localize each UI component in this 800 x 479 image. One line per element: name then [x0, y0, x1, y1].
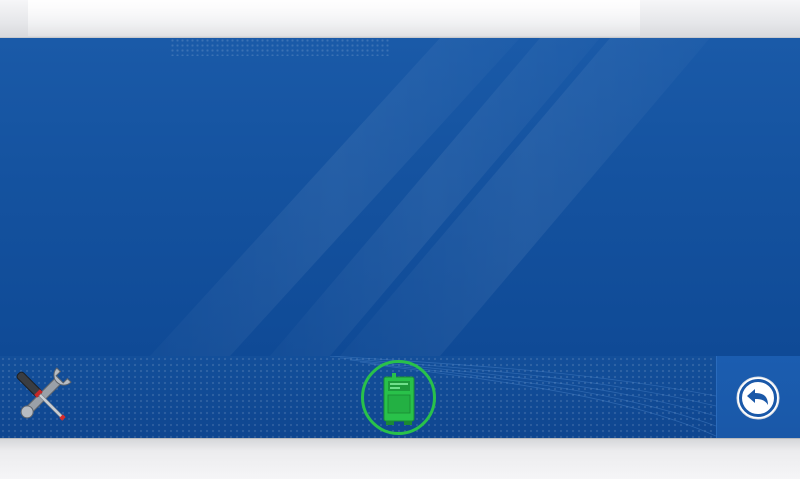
machine-icon	[383, 373, 415, 425]
top-bar-highlight	[28, 0, 640, 36]
back-arrow-icon	[736, 376, 780, 420]
back-button[interactable]	[734, 374, 782, 422]
decorative-wave-lines	[329, 356, 716, 437]
bottom-toolbar	[0, 356, 800, 438]
back-button-panel	[716, 356, 800, 438]
bottom-status-bar	[0, 438, 800, 479]
decorative-diagonal-stripes	[150, 38, 710, 356]
wrench-screwdriver-icon	[16, 367, 72, 421]
top-status-bar	[0, 0, 800, 38]
main-content-panel	[0, 38, 800, 356]
settings-tools-button[interactable]	[2, 360, 82, 434]
device-status-button[interactable]	[361, 360, 436, 435]
app-screen	[0, 0, 800, 479]
